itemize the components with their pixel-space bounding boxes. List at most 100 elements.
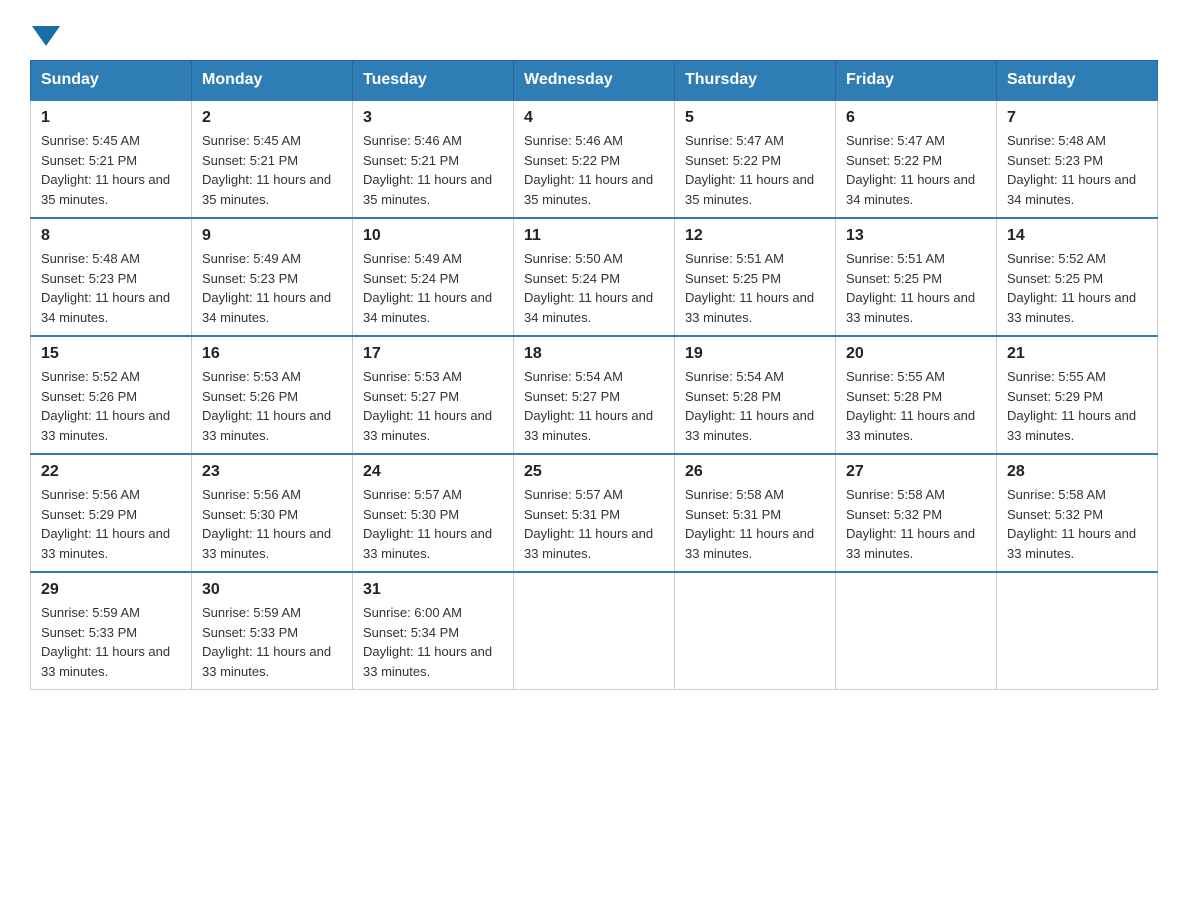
day-info: Sunrise: 5:50 AMSunset: 5:24 PMDaylight:… (524, 251, 653, 325)
column-header-thursday: Thursday (675, 61, 836, 101)
day-number: 20 (846, 345, 986, 363)
calendar-cell: 25 Sunrise: 5:57 AMSunset: 5:31 PMDaylig… (514, 454, 675, 572)
day-number: 22 (41, 463, 181, 481)
day-number: 14 (1007, 227, 1147, 245)
calendar-cell: 16 Sunrise: 5:53 AMSunset: 5:26 PMDaylig… (192, 336, 353, 454)
day-info: Sunrise: 5:53 AMSunset: 5:27 PMDaylight:… (363, 369, 492, 443)
day-info: Sunrise: 5:47 AMSunset: 5:22 PMDaylight:… (685, 133, 814, 207)
calendar-cell: 10 Sunrise: 5:49 AMSunset: 5:24 PMDaylig… (353, 218, 514, 336)
calendar-cell: 22 Sunrise: 5:56 AMSunset: 5:29 PMDaylig… (31, 454, 192, 572)
day-number: 7 (1007, 109, 1147, 127)
day-number: 3 (363, 109, 503, 127)
day-number: 17 (363, 345, 503, 363)
day-number: 9 (202, 227, 342, 245)
calendar-cell: 23 Sunrise: 5:56 AMSunset: 5:30 PMDaylig… (192, 454, 353, 572)
calendar-cell: 3 Sunrise: 5:46 AMSunset: 5:21 PMDayligh… (353, 100, 514, 218)
calendar-cell: 18 Sunrise: 5:54 AMSunset: 5:27 PMDaylig… (514, 336, 675, 454)
day-number: 21 (1007, 345, 1147, 363)
calendar-cell: 29 Sunrise: 5:59 AMSunset: 5:33 PMDaylig… (31, 572, 192, 690)
calendar-cell: 11 Sunrise: 5:50 AMSunset: 5:24 PMDaylig… (514, 218, 675, 336)
day-number: 31 (363, 581, 503, 599)
calendar-cell: 8 Sunrise: 5:48 AMSunset: 5:23 PMDayligh… (31, 218, 192, 336)
day-info: Sunrise: 5:53 AMSunset: 5:26 PMDaylight:… (202, 369, 331, 443)
day-number: 25 (524, 463, 664, 481)
calendar-cell: 9 Sunrise: 5:49 AMSunset: 5:23 PMDayligh… (192, 218, 353, 336)
calendar-week-row: 22 Sunrise: 5:56 AMSunset: 5:29 PMDaylig… (31, 454, 1158, 572)
calendar-cell: 21 Sunrise: 5:55 AMSunset: 5:29 PMDaylig… (997, 336, 1158, 454)
calendar-cell: 31 Sunrise: 6:00 AMSunset: 5:34 PMDaylig… (353, 572, 514, 690)
day-number: 19 (685, 345, 825, 363)
day-info: Sunrise: 5:58 AMSunset: 5:31 PMDaylight:… (685, 487, 814, 561)
calendar-week-row: 29 Sunrise: 5:59 AMSunset: 5:33 PMDaylig… (31, 572, 1158, 690)
day-info: Sunrise: 5:54 AMSunset: 5:28 PMDaylight:… (685, 369, 814, 443)
calendar-cell: 13 Sunrise: 5:51 AMSunset: 5:25 PMDaylig… (836, 218, 997, 336)
column-header-friday: Friday (836, 61, 997, 101)
calendar-cell: 19 Sunrise: 5:54 AMSunset: 5:28 PMDaylig… (675, 336, 836, 454)
day-info: Sunrise: 6:00 AMSunset: 5:34 PMDaylight:… (363, 605, 492, 679)
calendar-table: SundayMondayTuesdayWednesdayThursdayFrid… (30, 60, 1158, 690)
calendar-header-row: SundayMondayTuesdayWednesdayThursdayFrid… (31, 61, 1158, 101)
calendar-cell: 28 Sunrise: 5:58 AMSunset: 5:32 PMDaylig… (997, 454, 1158, 572)
day-info: Sunrise: 5:49 AMSunset: 5:23 PMDaylight:… (202, 251, 331, 325)
calendar-cell: 24 Sunrise: 5:57 AMSunset: 5:30 PMDaylig… (353, 454, 514, 572)
day-info: Sunrise: 5:47 AMSunset: 5:22 PMDaylight:… (846, 133, 975, 207)
day-number: 30 (202, 581, 342, 599)
day-info: Sunrise: 5:45 AMSunset: 5:21 PMDaylight:… (202, 133, 331, 207)
day-number: 5 (685, 109, 825, 127)
day-number: 27 (846, 463, 986, 481)
day-number: 28 (1007, 463, 1147, 481)
day-info: Sunrise: 5:57 AMSunset: 5:31 PMDaylight:… (524, 487, 653, 561)
day-info: Sunrise: 5:58 AMSunset: 5:32 PMDaylight:… (846, 487, 975, 561)
day-info: Sunrise: 5:58 AMSunset: 5:32 PMDaylight:… (1007, 487, 1136, 561)
column-header-saturday: Saturday (997, 61, 1158, 101)
day-number: 15 (41, 345, 181, 363)
day-info: Sunrise: 5:55 AMSunset: 5:29 PMDaylight:… (1007, 369, 1136, 443)
day-number: 12 (685, 227, 825, 245)
calendar-cell: 5 Sunrise: 5:47 AMSunset: 5:22 PMDayligh… (675, 100, 836, 218)
calendar-cell: 4 Sunrise: 5:46 AMSunset: 5:22 PMDayligh… (514, 100, 675, 218)
calendar-cell (997, 572, 1158, 690)
column-header-tuesday: Tuesday (353, 61, 514, 101)
day-info: Sunrise: 5:54 AMSunset: 5:27 PMDaylight:… (524, 369, 653, 443)
calendar-cell: 27 Sunrise: 5:58 AMSunset: 5:32 PMDaylig… (836, 454, 997, 572)
day-number: 6 (846, 109, 986, 127)
day-number: 2 (202, 109, 342, 127)
calendar-cell: 15 Sunrise: 5:52 AMSunset: 5:26 PMDaylig… (31, 336, 192, 454)
day-info: Sunrise: 5:52 AMSunset: 5:26 PMDaylight:… (41, 369, 170, 443)
calendar-cell (514, 572, 675, 690)
day-info: Sunrise: 5:52 AMSunset: 5:25 PMDaylight:… (1007, 251, 1136, 325)
logo-arrow-icon (32, 26, 60, 46)
day-info: Sunrise: 5:46 AMSunset: 5:22 PMDaylight:… (524, 133, 653, 207)
day-info: Sunrise: 5:57 AMSunset: 5:30 PMDaylight:… (363, 487, 492, 561)
day-info: Sunrise: 5:59 AMSunset: 5:33 PMDaylight:… (202, 605, 331, 679)
logo (30, 20, 60, 42)
day-number: 10 (363, 227, 503, 245)
calendar-cell: 14 Sunrise: 5:52 AMSunset: 5:25 PMDaylig… (997, 218, 1158, 336)
calendar-cell: 2 Sunrise: 5:45 AMSunset: 5:21 PMDayligh… (192, 100, 353, 218)
calendar-cell: 6 Sunrise: 5:47 AMSunset: 5:22 PMDayligh… (836, 100, 997, 218)
day-number: 18 (524, 345, 664, 363)
calendar-cell (675, 572, 836, 690)
day-info: Sunrise: 5:48 AMSunset: 5:23 PMDaylight:… (41, 251, 170, 325)
day-number: 1 (41, 109, 181, 127)
day-number: 29 (41, 581, 181, 599)
day-info: Sunrise: 5:45 AMSunset: 5:21 PMDaylight:… (41, 133, 170, 207)
day-number: 16 (202, 345, 342, 363)
calendar-cell: 1 Sunrise: 5:45 AMSunset: 5:21 PMDayligh… (31, 100, 192, 218)
day-info: Sunrise: 5:49 AMSunset: 5:24 PMDaylight:… (363, 251, 492, 325)
day-info: Sunrise: 5:48 AMSunset: 5:23 PMDaylight:… (1007, 133, 1136, 207)
day-number: 8 (41, 227, 181, 245)
day-number: 23 (202, 463, 342, 481)
day-info: Sunrise: 5:56 AMSunset: 5:29 PMDaylight:… (41, 487, 170, 561)
calendar-cell: 12 Sunrise: 5:51 AMSunset: 5:25 PMDaylig… (675, 218, 836, 336)
day-number: 26 (685, 463, 825, 481)
day-info: Sunrise: 5:59 AMSunset: 5:33 PMDaylight:… (41, 605, 170, 679)
column-header-wednesday: Wednesday (514, 61, 675, 101)
day-info: Sunrise: 5:55 AMSunset: 5:28 PMDaylight:… (846, 369, 975, 443)
calendar-cell: 7 Sunrise: 5:48 AMSunset: 5:23 PMDayligh… (997, 100, 1158, 218)
column-header-sunday: Sunday (31, 61, 192, 101)
calendar-cell: 20 Sunrise: 5:55 AMSunset: 5:28 PMDaylig… (836, 336, 997, 454)
calendar-cell (836, 572, 997, 690)
calendar-week-row: 8 Sunrise: 5:48 AMSunset: 5:23 PMDayligh… (31, 218, 1158, 336)
day-info: Sunrise: 5:46 AMSunset: 5:21 PMDaylight:… (363, 133, 492, 207)
